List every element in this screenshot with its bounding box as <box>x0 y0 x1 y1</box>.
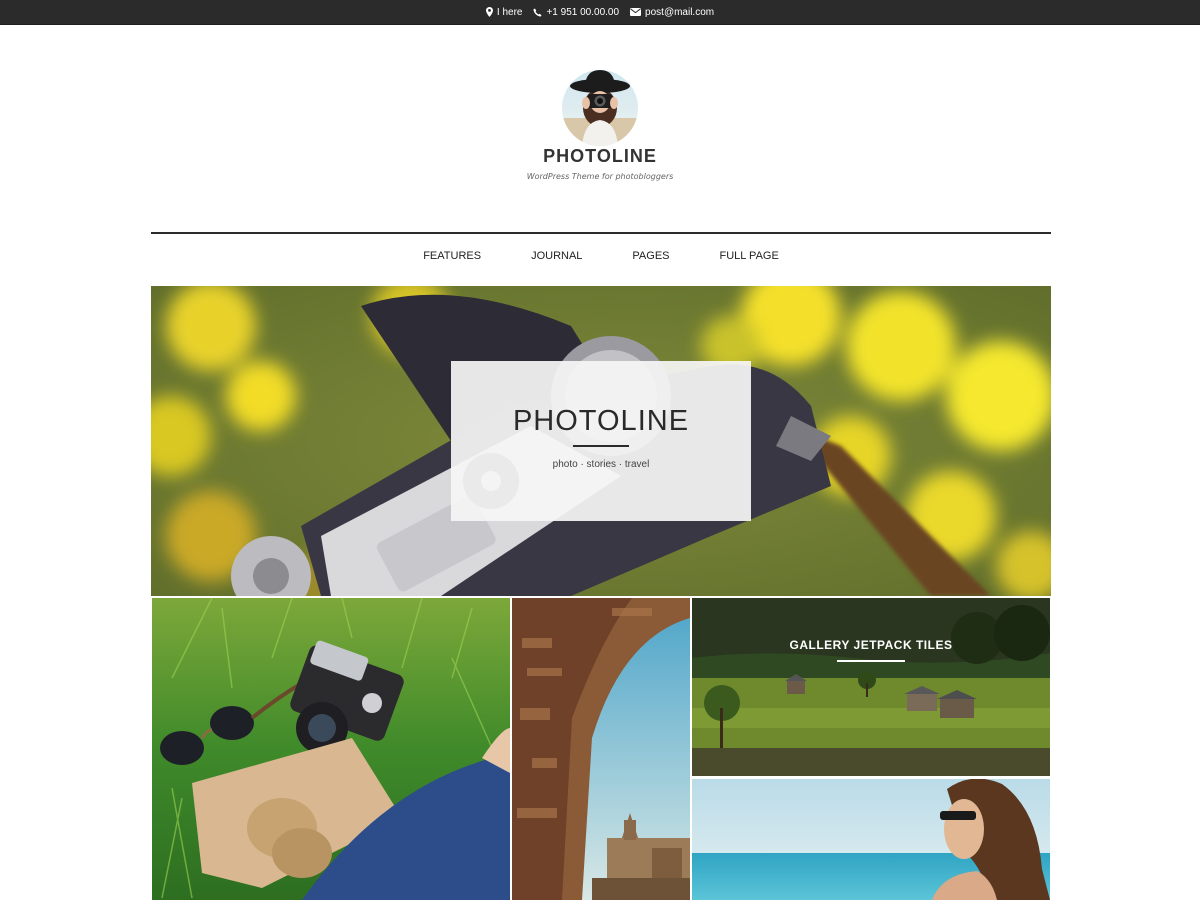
tile-image-camera-grass <box>152 598 510 900</box>
hero-title-underline <box>573 445 629 447</box>
hero-subtitle: photo · stories · travel <box>552 459 650 470</box>
gallery-tile-title: GALLERY JETPACK TILES <box>789 638 953 652</box>
hero-banner[interactable]: PHOTOLINE photo · stories · travel <box>151 286 1051 596</box>
contact-location[interactable]: I here <box>485 6 523 18</box>
phone-icon <box>533 7 543 17</box>
contact-phone[interactable]: +1 951 00.00.00 <box>533 7 619 18</box>
site-title[interactable]: PHOTOLINE <box>0 146 1200 167</box>
hero-title: PHOTOLINE <box>512 405 690 437</box>
contact-location-text: I here <box>496 6 523 18</box>
envelope-icon <box>630 8 642 16</box>
tile-image-landscape <box>692 598 1050 776</box>
main-navigation: FEATURES JOURNAL PAGES FULL PAGE <box>151 250 1051 270</box>
nav-item-pages[interactable]: PAGES <box>607 250 694 270</box>
tile-image-sea <box>692 779 1050 900</box>
top-contact-bar: I here +1 951 00.00.00 post@mail.com <box>0 0 1200 25</box>
gallery-tile-temple[interactable] <box>512 598 690 900</box>
contact-phone-text: +1 951 00.00.00 <box>546 6 620 18</box>
gallery-tile-landscape[interactable]: GALLERY JETPACK TILES <box>692 598 1050 776</box>
site-logo-avatar[interactable] <box>562 70 638 146</box>
gallery-tile-underline <box>837 660 905 662</box>
contact-email[interactable]: post@mail.com <box>630 7 714 18</box>
gallery-tile-sea[interactable] <box>692 779 1050 900</box>
nav-item-journal[interactable]: JOURNAL <box>506 250 607 270</box>
tile-image-temple <box>512 598 690 900</box>
nav-item-features[interactable]: FEATURES <box>398 250 506 270</box>
contact-email-text: post@mail.com <box>645 6 715 18</box>
map-marker-icon <box>485 7 493 17</box>
gallery-tile-camera-grass[interactable] <box>152 598 510 900</box>
hero-caption-box: PHOTOLINE photo · stories · travel <box>451 361 751 521</box>
nav-divider <box>151 232 1051 234</box>
site-description: WordPress Theme for photobloggers <box>526 172 674 181</box>
nav-item-full-page[interactable]: FULL PAGE <box>695 250 804 270</box>
